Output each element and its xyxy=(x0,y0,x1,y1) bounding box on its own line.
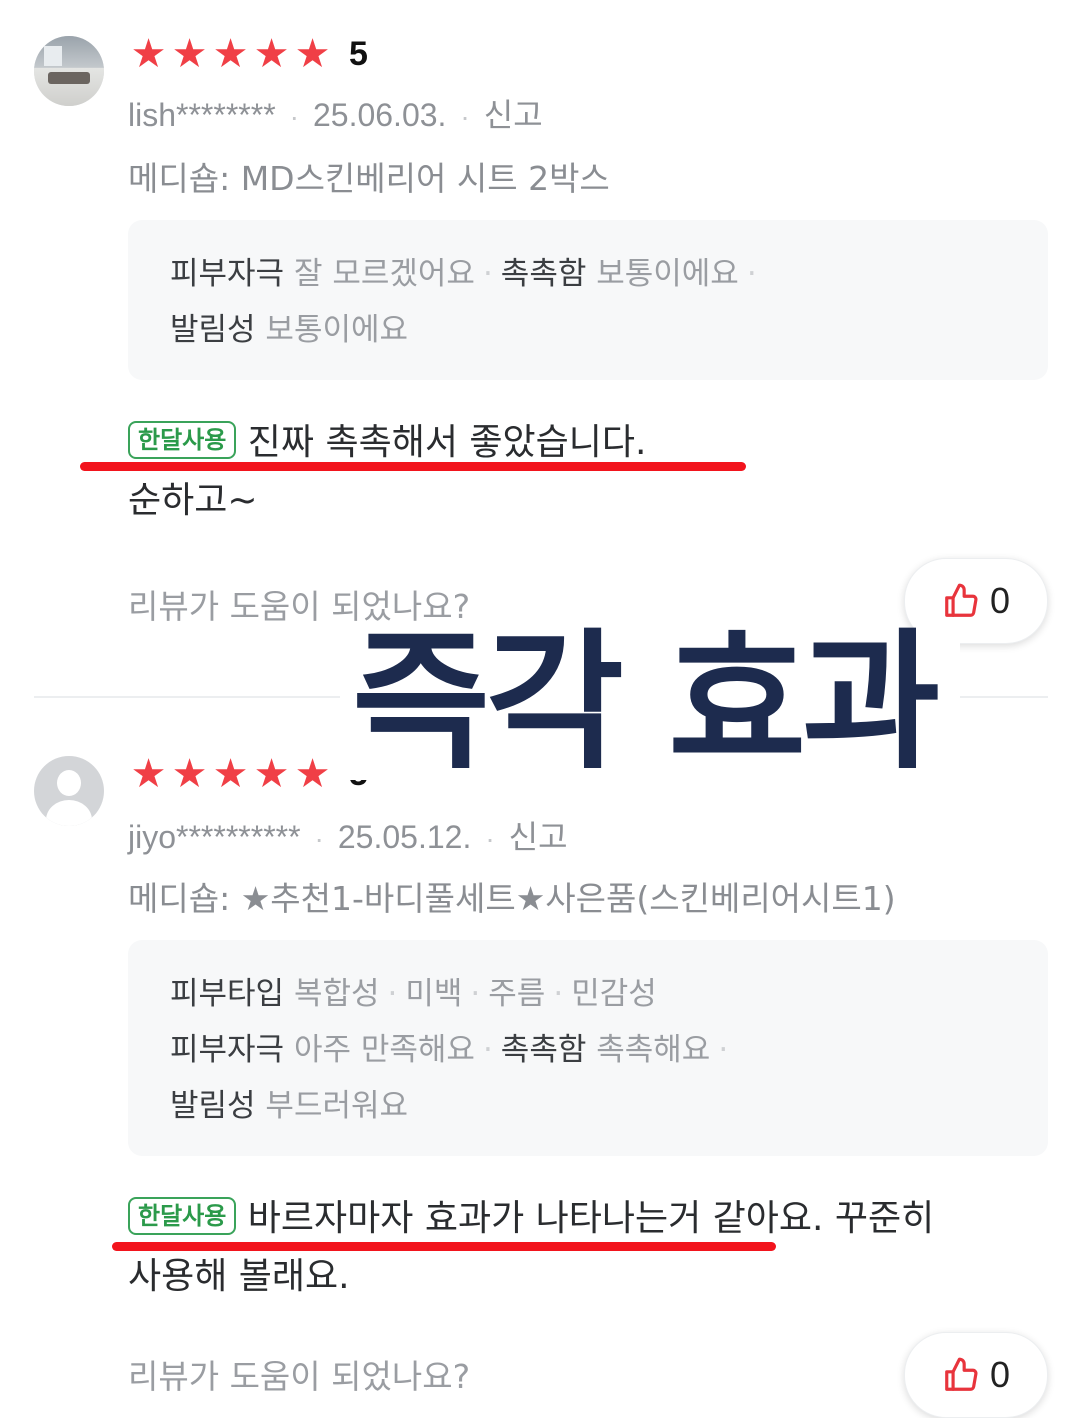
rating-score: 5 xyxy=(349,34,368,73)
star-icon: ★ xyxy=(253,751,290,797)
attribute-key: 피부자극 xyxy=(170,256,285,292)
usage-badge: 한달사용 xyxy=(128,421,237,459)
rating-stars: ★ ★ ★ ★ ★ 5 xyxy=(128,752,368,796)
attribute-key: 피부자극 xyxy=(170,1032,285,1068)
user-avatar[interactable] xyxy=(34,756,104,826)
purchased-option: 메디숍: MD스킨베리어 시트 2박스 xyxy=(128,159,610,198)
attribute-value: 미백 xyxy=(405,976,463,1012)
like-count: 0 xyxy=(989,1354,1011,1395)
attribute-value: 잘 모르겠어요 xyxy=(293,256,475,292)
helpful-question: 리뷰가 도움이 되었나요? xyxy=(128,1357,471,1396)
user-avatar[interactable] xyxy=(34,36,104,106)
attribute-value: 민감성 xyxy=(571,976,657,1012)
purchased-option: 메디숍: ★추천1-바디풀세트★사은품(스킨베리어시트1) xyxy=(128,879,896,918)
review-date: 25.06.03. xyxy=(312,97,447,133)
like-count: 0 xyxy=(989,580,1011,621)
reviewer-id: lish******** xyxy=(128,97,276,133)
thumbs-up-icon xyxy=(945,1357,978,1391)
attribute-value: 복합성 xyxy=(293,976,380,1012)
attribute-key: 발림성 xyxy=(170,1088,256,1124)
review-text-line: 진짜 촉촉해서 좋았습니다. xyxy=(247,422,647,463)
attribute-key: 촉촉함 xyxy=(500,1032,587,1068)
attribute-value: 아주 만족해요 xyxy=(293,1032,475,1068)
star-icon: ★ xyxy=(130,31,167,77)
attribute-value: 부드러워요 xyxy=(265,1088,409,1124)
attribute-key: 발림성 xyxy=(170,312,256,348)
reviewer-id: jiyo********** xyxy=(128,819,301,855)
review-meta: lish******** · 25.06.03. · 신고 xyxy=(128,97,543,133)
star-icon: ★ xyxy=(171,31,208,77)
highlight-underline xyxy=(112,1242,776,1251)
highlight-underline xyxy=(80,462,746,471)
star-icon: ★ xyxy=(212,751,249,797)
review-text-line: 사용해 볼래요. xyxy=(128,1256,350,1297)
report-link[interactable]: 신고 xyxy=(509,819,568,855)
like-button[interactable]: 0 xyxy=(904,1332,1048,1418)
review-attributes: 피부자극 잘 모르겠어요 · 촉촉함 보통이에요 · 발림성 보통이에요 xyxy=(128,220,1048,380)
review-date: 25.05.12. xyxy=(337,819,472,855)
star-icon: ★ xyxy=(294,751,331,797)
attribute-row: 피부자극 잘 모르겠어요 · 촉촉함 보통이에요 · xyxy=(170,256,757,292)
star-icon: ★ xyxy=(130,751,167,797)
attribute-value: 보통이에요 xyxy=(596,256,739,292)
attribute-row: 발림성 부드러워요 xyxy=(170,1080,408,1125)
rating-stars: ★ ★ ★ ★ ★ 5 xyxy=(128,32,368,76)
review-text-line: 바르자마자 효과가 나타나는거 같아요. 꾸준히 xyxy=(247,1198,935,1239)
attribute-value: 주름 xyxy=(488,976,546,1012)
review-meta: jiyo********** · 25.05.12. · 신고 xyxy=(128,819,568,855)
review-body: 한달사용 진짜 촉촉해서 좋았습니다. 순하고~ xyxy=(128,414,646,530)
attribute-value: 보통이에요 xyxy=(265,312,409,348)
star-icon: ★ xyxy=(294,31,331,77)
star-icon: ★ xyxy=(212,31,249,77)
report-link[interactable]: 신고 xyxy=(484,97,543,133)
attribute-row: 발림성 보통이에요 xyxy=(170,304,408,349)
attribute-row: 피부자극 아주 만족해요 · 촉촉함 촉촉해요 · xyxy=(170,1032,729,1068)
star-icon: ★ xyxy=(171,751,208,797)
review-text-line: 순하고~ xyxy=(128,480,258,521)
attribute-value: 촉촉해요 xyxy=(596,1032,711,1068)
attribute-row: 피부타입 복합성 · 미백 · 주름 · 민감성 xyxy=(170,976,657,1012)
attribute-key: 촉촉함 xyxy=(500,256,587,292)
usage-badge: 한달사용 xyxy=(128,1197,237,1235)
attribute-key: 피부타입 xyxy=(170,976,285,1012)
overlay-caption: 즉각 효과 xyxy=(352,616,940,790)
star-icon: ★ xyxy=(253,31,290,77)
thumbs-up-icon xyxy=(945,583,978,617)
review-attributes: 피부타입 복합성 · 미백 · 주름 · 민감성 피부자극 아주 만족해요 · 촉촉함 촉촉해요… xyxy=(128,940,1048,1156)
